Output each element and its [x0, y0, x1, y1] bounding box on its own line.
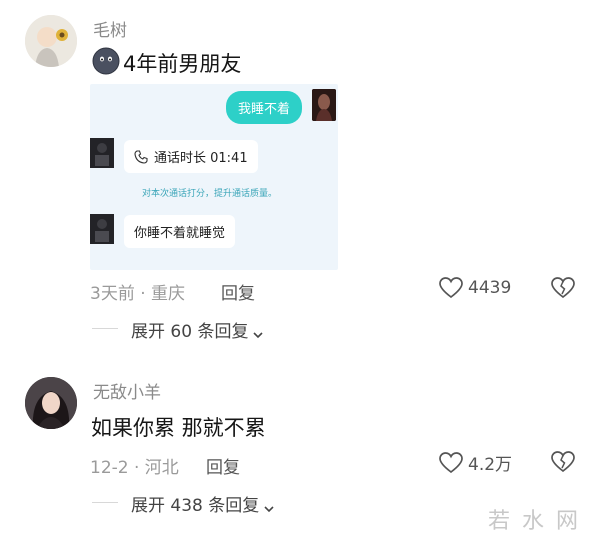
dislike-button[interactable] [550, 450, 576, 474]
call-record-bubble: 通话时长 01:41 [124, 140, 258, 173]
avatar-photo-icon [25, 377, 77, 429]
sender-avatar-icon [312, 89, 336, 121]
avatar[interactable] [25, 377, 77, 429]
expand-replies-button[interactable]: 展开 60 条回复 [131, 317, 264, 342]
comment-text: 4年前男朋友 [123, 52, 242, 76]
chat-screenshot[interactable]: 我睡不着 通话时长 01:41 对本次通话打分，提升通话质量。 你睡不着就睡觉 [90, 84, 338, 270]
divider [92, 502, 118, 503]
dislike-button[interactable] [550, 276, 576, 300]
broken-heart-icon [551, 451, 575, 473]
username[interactable]: 无敌小羊 [93, 378, 161, 403]
chevron-down-icon [252, 325, 264, 338]
avatar-photo-icon [25, 15, 77, 67]
like-count: 4.2万 [468, 455, 513, 475]
outgoing-message-bubble: 我睡不着 [225, 91, 302, 124]
like-button[interactable]: 4439 [438, 276, 511, 300]
reply-button[interactable]: 回复 [221, 279, 255, 304]
comment-text: 如果你累 那就不累 [91, 416, 266, 440]
comment-meta: 12-2 · 河北 [90, 458, 179, 478]
receiver-avatar-icon [90, 214, 114, 244]
expand-replies-button[interactable]: 展开 438 条回复 [131, 491, 275, 516]
reply-button[interactable]: 回复 [206, 453, 240, 478]
chevron-down-icon [263, 499, 275, 512]
call-duration: 通话时长 01:41 [154, 151, 248, 166]
heart-icon [438, 276, 464, 300]
expand-replies-label: 展开 60 条回复 [131, 322, 249, 342]
receiver-avatar-icon [90, 138, 114, 168]
phone-icon [134, 149, 148, 164]
like-button[interactable]: 4.2万 [438, 450, 512, 475]
comment-meta: 3天前 · 重庆 [90, 284, 186, 304]
expand-replies-label: 展开 438 条回复 [131, 496, 260, 516]
divider [92, 328, 118, 329]
system-note[interactable]: 对本次通话打分，提升通话质量。 [142, 186, 277, 199]
watermark: 若水网 [488, 509, 591, 534]
username[interactable]: 毛树 [93, 16, 127, 41]
incoming-message-bubble: 你睡不着就睡觉 [124, 215, 236, 248]
emoji-icon [92, 47, 120, 75]
like-count: 4439 [468, 278, 512, 298]
broken-heart-icon [551, 277, 575, 299]
heart-icon [438, 451, 464, 475]
avatar[interactable] [25, 15, 77, 67]
